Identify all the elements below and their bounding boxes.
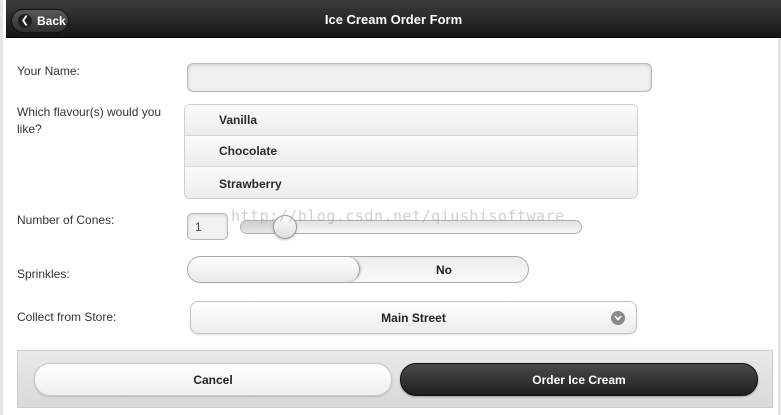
cones-slider[interactable] [240, 215, 582, 239]
cones-input[interactable]: 1 [187, 213, 228, 240]
store-select[interactable]: Main Street [190, 301, 637, 334]
header-bar: Ice Cream Order Form ❮ Back [6, 0, 781, 38]
name-input[interactable] [187, 63, 652, 92]
flavour-option-chocolate[interactable]: Chocolate [185, 136, 637, 167]
toggle-value: No [436, 262, 452, 277]
cones-label: Number of Cones: [17, 213, 115, 227]
name-label: Your Name: [17, 64, 80, 78]
left-arrow-icon: ❮ [18, 14, 32, 28]
store-label: Collect from Store: [17, 310, 117, 324]
order-button[interactable]: Order Ice Cream [400, 363, 758, 396]
toggle-knob[interactable] [188, 257, 360, 282]
sprinkles-label: Sprinkles: [17, 267, 70, 281]
back-button[interactable]: ❮ Back [11, 9, 69, 33]
flavour-option-strawberry[interactable]: Strawberry [185, 167, 637, 198]
footer-bar: Cancel Order Ice Cream [17, 350, 773, 408]
back-button-label: Back [37, 14, 66, 28]
app-frame: Ice Cream Order Form ❮ Back Your Name: W… [0, 0, 781, 415]
slider-thumb[interactable] [273, 215, 297, 239]
flavour-list: Vanilla Chocolate Strawberry [184, 104, 638, 199]
sprinkles-toggle[interactable]: No [187, 256, 529, 283]
flavour-option-vanilla[interactable]: Vanilla [185, 105, 637, 136]
flavours-label: Which flavour(s) would you like? [17, 105, 162, 136]
chevron-down-icon [611, 311, 625, 325]
cancel-button[interactable]: Cancel [34, 363, 392, 396]
page-title: Ice Cream Order Form [324, 11, 463, 27]
store-selected-value: Main Street [381, 310, 446, 325]
